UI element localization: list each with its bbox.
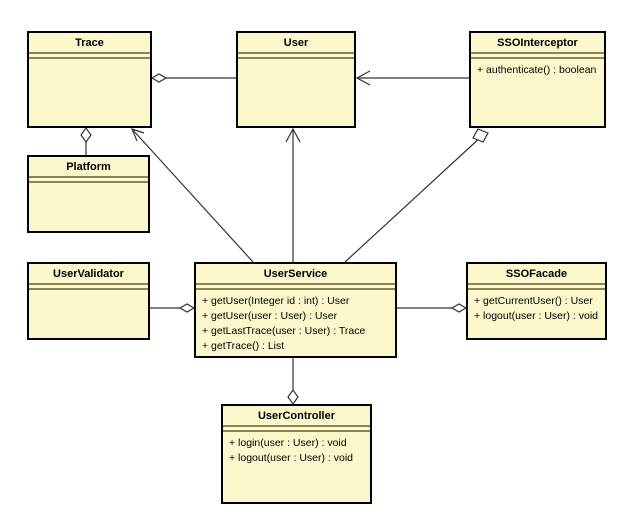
operation-item: + getUser(Integer id : int) : User [202, 295, 350, 307]
edge-usercontroller-userservice [287, 358, 299, 406]
aggregation-diamond-icon [450, 303, 468, 313]
edge-userservice-ssointerceptor [344, 128, 489, 263]
class-box-platform[interactable]: Platform [27, 155, 150, 233]
class-box-ssofacade[interactable]: SSOFacade + getCurrentUser() : User + lo… [466, 262, 607, 340]
class-name-platform: Platform [29, 157, 148, 178]
open-arrow-icon [130, 128, 145, 142]
class-name-trace: Trace [29, 33, 150, 54]
operation-item: + getCurrentUser() : User [474, 295, 593, 307]
class-box-user[interactable]: User [236, 31, 356, 128]
class-name-userservice: UserService [196, 264, 395, 285]
operation-item: + login(user : User) : void [229, 437, 347, 449]
class-name-usercontroller: UserController [223, 406, 370, 427]
open-arrow-icon [355, 70, 371, 86]
class-operations-trace [29, 59, 150, 63]
class-box-userservice[interactable]: UserService + getUser(Integer id : int) … [194, 262, 397, 358]
edge-userservice-ssofacade [397, 303, 468, 313]
class-name-user: User [238, 33, 354, 54]
operation-item: + getTrace() : List [202, 340, 285, 352]
open-arrow-icon [285, 127, 301, 143]
aggregation-diamond-icon [472, 128, 489, 143]
operation-item: + logout(user : User) : void [229, 452, 354, 464]
class-operations-uservalidator [29, 290, 148, 294]
class-name-uservalidator: UserValidator [29, 264, 148, 285]
edge-userservice-user [285, 127, 301, 262]
class-box-trace[interactable]: Trace [27, 31, 152, 128]
aggregation-diamond-icon [287, 388, 299, 406]
class-operations-usercontroller: + login(user : User) : void + logout(use… [223, 432, 370, 466]
aggregation-diamond-icon [150, 73, 168, 83]
class-operations-ssointerceptor: + authenticate() : boolean [471, 59, 604, 78]
operation-item: + getUser(user : User) : User [202, 310, 338, 322]
edge-trace-user [150, 73, 236, 83]
class-operations-user [238, 59, 354, 63]
class-operations-userservice: + getUser(Integer id : int) : User + get… [196, 290, 395, 354]
class-name-ssofacade: SSOFacade [468, 264, 605, 285]
class-box-uservalidator[interactable]: UserValidator [27, 262, 150, 340]
operation-item: + authenticate() : boolean [477, 64, 597, 76]
edge-platform-trace [80, 126, 92, 155]
edge-uservalidator-userservice [150, 303, 196, 313]
class-operations-platform [29, 183, 148, 187]
class-name-ssointerceptor: SSOInterceptor [471, 33, 604, 54]
operation-item: + logout(user : User) : void [474, 310, 599, 322]
class-box-ssointerceptor[interactable]: SSOInterceptor + authenticate() : boolea… [469, 31, 606, 128]
edge-userservice-trace [130, 128, 254, 263]
aggregation-diamond-icon [178, 303, 196, 313]
class-box-usercontroller[interactable]: UserController + login(user : User) : vo… [221, 404, 372, 504]
operation-item: + getLastTrace(user : User) : Trace [202, 325, 366, 337]
edge-ssointerceptor-user [355, 70, 469, 86]
aggregation-diamond-icon [80, 126, 92, 144]
uml-class-diagram: User : association with open arrowhead a… [0, 0, 635, 524]
class-operations-ssofacade: + getCurrentUser() : User + logout(user … [468, 290, 605, 324]
